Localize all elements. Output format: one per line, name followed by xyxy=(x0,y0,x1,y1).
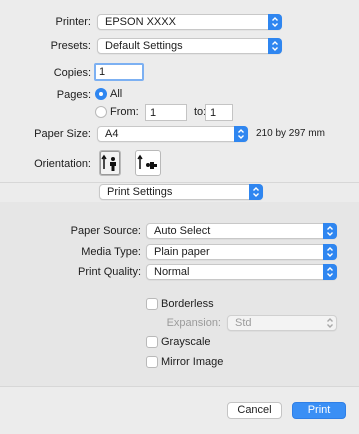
pages-all-label: All xyxy=(110,88,123,100)
chevron-updown-icon xyxy=(323,244,337,260)
print-quality-popup[interactable]: Normal xyxy=(146,264,337,280)
print-quality-value: Normal xyxy=(154,266,190,278)
orientation-portrait-button[interactable] xyxy=(99,150,121,176)
chevron-updown-icon xyxy=(323,264,337,280)
portrait-icon xyxy=(101,154,116,171)
paper-source-value: Auto Select xyxy=(154,225,211,237)
paper-source-popup[interactable]: Auto Select xyxy=(146,223,337,239)
printer-value: EPSON XXXX xyxy=(105,16,176,28)
copies-field[interactable]: 1 xyxy=(94,63,144,81)
mirror-image-label: Mirror Image xyxy=(161,356,224,368)
chevron-updown-icon xyxy=(323,223,337,239)
borderless-checkbox[interactable] xyxy=(146,298,158,310)
section-value: Print Settings xyxy=(107,186,173,198)
paper-size-dimensions: 210 by 297 mm xyxy=(256,128,325,139)
expansion-value: Std xyxy=(235,317,252,329)
chevron-updown-icon xyxy=(249,184,263,200)
landscape-icon xyxy=(137,154,157,169)
pages-from-radio[interactable] xyxy=(95,106,107,118)
printer-label: Printer: xyxy=(55,16,91,28)
section-popup[interactable]: Print Settings xyxy=(99,184,263,200)
copies-label: Copies: xyxy=(53,67,91,79)
presets-popup[interactable]: Default Settings xyxy=(97,38,282,54)
paper-size-value: A4 xyxy=(105,128,119,140)
grayscale-checkbox[interactable] xyxy=(146,336,158,348)
mirror-image-checkbox[interactable] xyxy=(146,356,158,368)
print-dialog: { "printer": { "label": "Printer:", "val… xyxy=(0,0,359,434)
media-type-popup[interactable]: Plain paper xyxy=(146,244,337,260)
paper-size-label: Paper Size: xyxy=(34,128,91,140)
printer-popup[interactable]: EPSON XXXX xyxy=(97,14,282,30)
pages-from-field[interactable]: 1 xyxy=(145,104,187,121)
orientation-landscape-button[interactable] xyxy=(135,150,161,176)
expansion-popup[interactable]: Std xyxy=(227,315,337,331)
chevron-updown-icon xyxy=(323,315,337,331)
paper-size-popup[interactable]: A4 xyxy=(97,126,248,142)
pages-all-radio[interactable] xyxy=(95,88,107,100)
grayscale-label: Grayscale xyxy=(161,336,211,348)
pages-to-field[interactable]: 1 xyxy=(205,104,233,121)
media-type-label: Media Type: xyxy=(81,246,141,258)
print-button[interactable]: Print xyxy=(292,402,346,419)
pages-from-value: 1 xyxy=(150,107,157,119)
pages-to-value: 1 xyxy=(210,107,217,119)
section-divider xyxy=(0,182,359,183)
cancel-button[interactable]: Cancel xyxy=(227,402,282,419)
media-type-value: Plain paper xyxy=(154,246,210,258)
presets-value: Default Settings xyxy=(105,40,183,52)
orientation-label: Orientation: xyxy=(34,158,91,170)
print-quality-label: Print Quality: xyxy=(78,266,141,278)
chevron-updown-icon xyxy=(268,38,282,54)
footer-divider xyxy=(0,386,359,387)
borderless-label: Borderless xyxy=(161,298,214,310)
expansion-label: Expansion: xyxy=(166,317,221,329)
paper-source-label: Paper Source: xyxy=(70,225,141,237)
presets-label: Presets: xyxy=(50,40,91,52)
chevron-updown-icon xyxy=(234,126,248,142)
chevron-updown-icon xyxy=(268,14,282,30)
pages-label: Pages: xyxy=(56,89,91,101)
copies-value: 1 xyxy=(99,66,106,78)
pages-from-label: From: xyxy=(110,106,139,118)
